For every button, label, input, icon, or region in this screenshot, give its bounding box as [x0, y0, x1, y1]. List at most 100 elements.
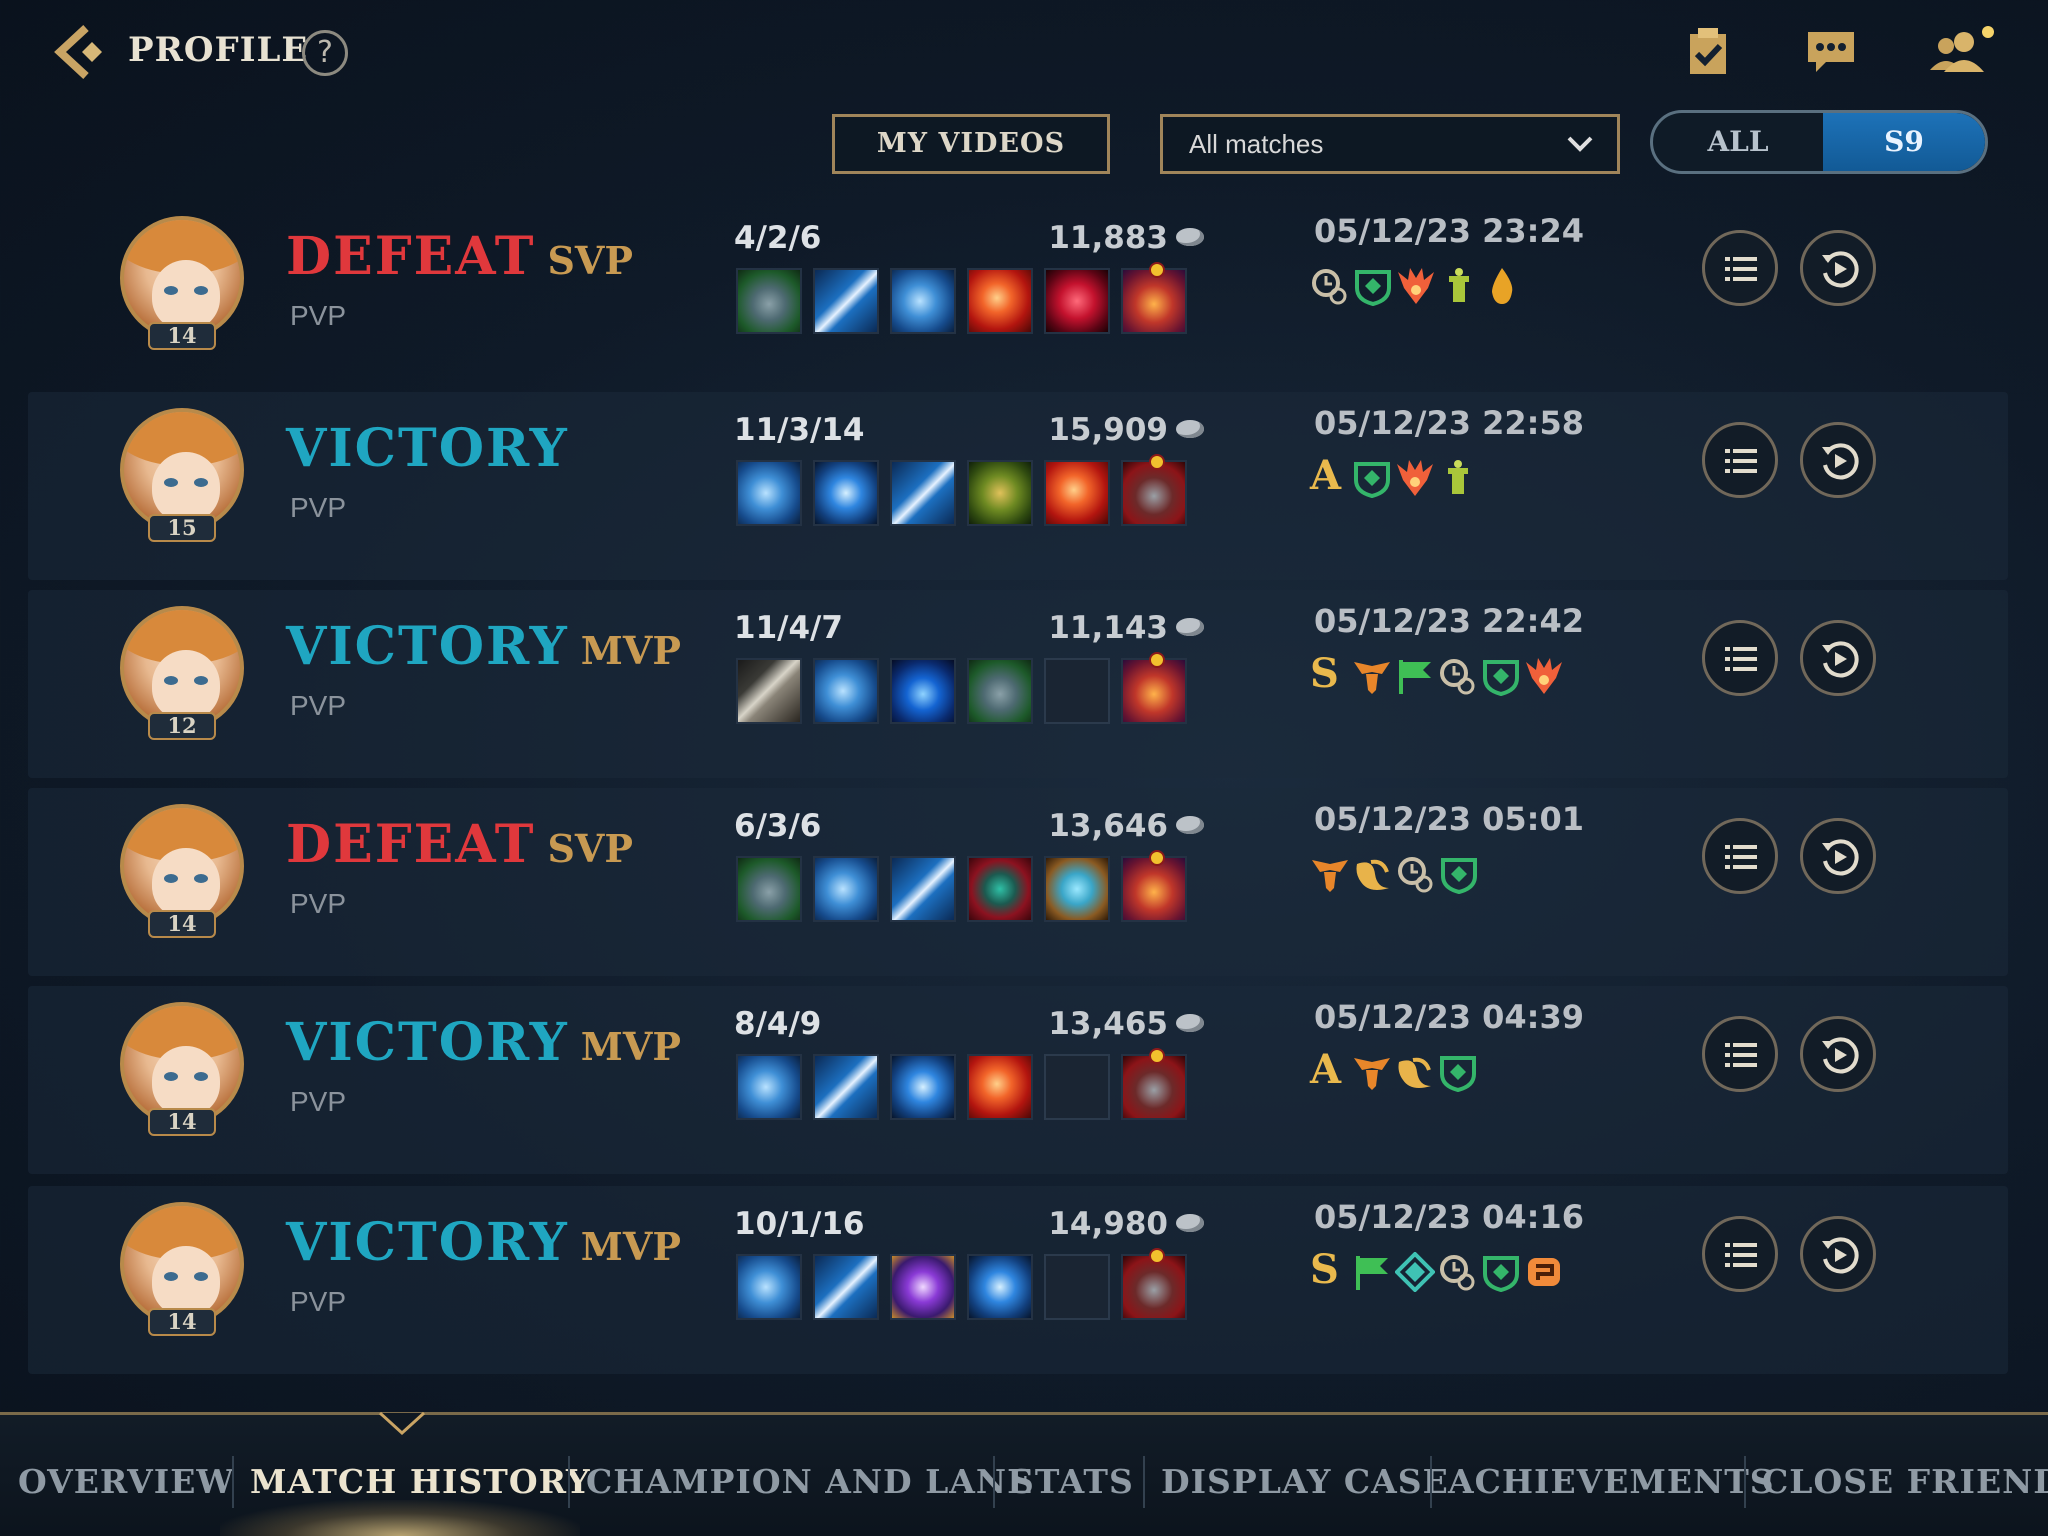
item-drop-blue-icon[interactable] — [890, 658, 956, 724]
empty-item-slot[interactable] — [1044, 1254, 1110, 1320]
active-tab-marker-icon — [378, 1411, 426, 1435]
dragon-orange-icon — [1524, 656, 1564, 696]
item-armor-green-icon[interactable] — [736, 856, 802, 922]
top-bar: PROFILE ? — [0, 0, 2048, 104]
item-orb-red-icon[interactable] — [967, 1054, 1033, 1120]
match-row[interactable]: 14 DEFEAT SVP PVP 6/3/6 13,646 05/12/23 0… — [28, 788, 2008, 976]
item-build — [736, 652, 1216, 726]
match-replay-button[interactable] — [1800, 620, 1876, 696]
tab-overview[interactable]: OVERVIEW — [18, 1462, 234, 1501]
item-gem-crimson-icon[interactable] — [1044, 268, 1110, 334]
tab-close-friends[interactable]: CLOSE FRIENDS — [1762, 1462, 2048, 1501]
item-spear-blue-icon[interactable] — [890, 856, 956, 922]
flag-green-icon — [1352, 1252, 1392, 1292]
help-button[interactable]: ? — [302, 30, 348, 76]
item-spear-blue-icon[interactable] — [813, 1054, 879, 1120]
empty-item-slot[interactable] — [1044, 1054, 1110, 1120]
item-vest-teal-icon[interactable] — [1044, 856, 1110, 922]
my-videos-button[interactable]: MY VIDEOS — [832, 114, 1110, 174]
item-spear-blue-icon[interactable] — [890, 460, 956, 526]
item-gauntlet-blue-icon[interactable] — [890, 268, 956, 334]
match-type-dropdown[interactable]: All matches — [1160, 114, 1620, 174]
season-toggle[interactable]: ALL S9 — [1650, 110, 1988, 174]
result-label: DEFEAT — [286, 226, 536, 287]
tab-divider — [1430, 1456, 1432, 1508]
item-crystal-blue-icon[interactable] — [967, 1254, 1033, 1320]
list-icon — [1725, 257, 1757, 281]
match-replay-button[interactable] — [1800, 818, 1876, 894]
item-spear-blue-icon[interactable] — [813, 1254, 879, 1320]
item-star-purple-icon[interactable] — [890, 1254, 956, 1320]
item-orb-red-icon[interactable] — [1044, 460, 1110, 526]
item-boots-red-icon[interactable] — [1121, 1248, 1187, 1320]
tab-achievements[interactable]: ACHIEVEMENTS — [1448, 1462, 1775, 1501]
match-row[interactable]: 14 DEFEAT SVP PVP 4/2/6 11,883 05/12/23 2… — [28, 200, 2008, 388]
avatar-face — [152, 260, 220, 330]
tab-champion-and-lane[interactable]: CHAMPION AND LANE — [586, 1462, 1033, 1501]
item-crystal-blue-icon[interactable] — [890, 1054, 956, 1120]
replay-icon — [1822, 839, 1859, 876]
match-details-button[interactable] — [1702, 230, 1778, 306]
tab-stats[interactable]: STATS — [1010, 1462, 1134, 1501]
match-details-button[interactable] — [1702, 620, 1778, 696]
friends-icon[interactable] — [1926, 26, 2002, 78]
tab-display-case[interactable]: DISPLAY CASE — [1161, 1462, 1449, 1501]
chat-icon[interactable] — [1804, 26, 1862, 78]
honor-label: MVP — [580, 1024, 681, 1069]
page-title: PROFILE — [128, 30, 309, 70]
kda-score: 11/3/14 — [734, 412, 865, 448]
diamond-teal-icon — [1394, 1251, 1436, 1293]
shield-green-icon — [1481, 656, 1521, 697]
replay-icon — [1822, 443, 1859, 480]
match-row[interactable]: 15 VICTORY PVP 11/3/14 15,909 05/12/23 2… — [28, 392, 2008, 580]
match-date: 05/12/23 22:58 — [1314, 404, 1584, 442]
avatar-face — [152, 1246, 220, 1316]
item-sword-steel-icon[interactable] — [736, 658, 802, 724]
item-gauntlet-blue-icon[interactable] — [813, 658, 879, 724]
mission-checklist-icon[interactable] — [1682, 26, 1740, 78]
item-crystal-blue-icon[interactable] — [813, 460, 879, 526]
item-gauntlet-blue-icon[interactable] — [736, 460, 802, 526]
item-beast-green-icon[interactable] — [967, 460, 1033, 526]
item-boots-red-icon[interactable] — [1121, 454, 1187, 526]
match-details-button[interactable] — [1702, 1016, 1778, 1092]
season-s9-tab[interactable]: S9 — [1823, 113, 1985, 171]
champion-level-badge: 14 — [148, 910, 216, 938]
avatar-eye — [164, 874, 178, 883]
match-date: 05/12/23 23:24 — [1314, 212, 1584, 250]
item-orb-red-icon[interactable] — [967, 268, 1033, 334]
match-details-button[interactable] — [1702, 818, 1778, 894]
back-arrow-icon[interactable] — [52, 24, 114, 80]
kda-score: 11/4/7 — [734, 610, 843, 646]
match-row[interactable]: 14 VICTORY MVP PVP 10/1/16 14,980 05/12/2… — [28, 1186, 2008, 1374]
replay-icon — [1822, 251, 1859, 288]
item-armor-green-icon[interactable] — [967, 658, 1033, 724]
item-helm-red-icon[interactable] — [967, 856, 1033, 922]
match-result: DEFEAT SVP — [286, 226, 633, 287]
match-details-button[interactable] — [1702, 422, 1778, 498]
item-spear-blue-icon[interactable] — [813, 268, 879, 334]
match-row[interactable]: 14 VICTORY MVP PVP 8/4/9 13,465 05/12/23 … — [28, 986, 2008, 1174]
avatar-eye — [164, 286, 178, 295]
tab-match-history[interactable]: MATCH HISTORY — [250, 1462, 591, 1501]
season-all-tab[interactable]: ALL — [1653, 113, 1823, 171]
item-boots-red-face-icon[interactable] — [1121, 262, 1187, 334]
item-gauntlet-blue-icon[interactable] — [736, 1054, 802, 1120]
item-boots-red-icon[interactable] — [1121, 1048, 1187, 1120]
item-boots-red-face-icon[interactable] — [1121, 850, 1187, 922]
item-gauntlet-blue-icon[interactable] — [813, 856, 879, 922]
item-boots-red-face-icon[interactable] — [1121, 652, 1187, 724]
match-replay-button[interactable] — [1800, 230, 1876, 306]
match-replay-button[interactable] — [1800, 1216, 1876, 1292]
match-replay-button[interactable] — [1800, 422, 1876, 498]
gold-coin-icon — [1176, 1014, 1204, 1032]
item-armor-green-icon[interactable] — [736, 268, 802, 334]
empty-item-slot[interactable] — [1044, 658, 1110, 724]
match-replay-button[interactable] — [1800, 1016, 1876, 1092]
item-gauntlet-blue-icon[interactable] — [736, 1254, 802, 1320]
match-date: 05/12/23 05:01 — [1314, 800, 1584, 838]
shield-green-icon — [1352, 458, 1392, 499]
match-row[interactable]: 12 VICTORY MVP PVP 11/4/7 11,143 05/12/23… — [28, 590, 2008, 778]
wing-gold-icon — [1395, 1052, 1435, 1092]
match-details-button[interactable] — [1702, 1216, 1778, 1292]
